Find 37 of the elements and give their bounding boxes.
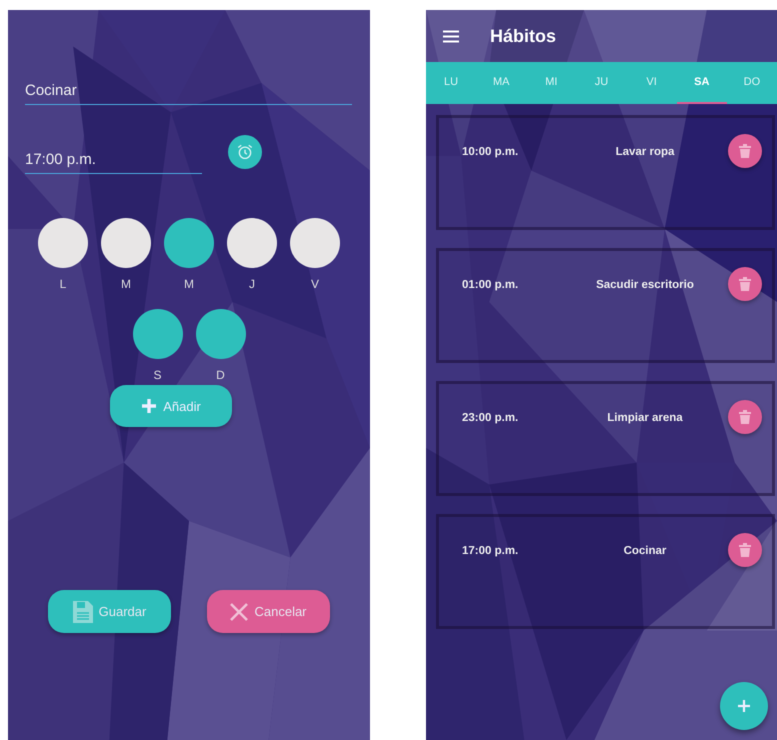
alarm-clock-icon	[236, 142, 254, 160]
day-tab[interactable]: MA	[476, 62, 526, 104]
input-field[interactable]: Cocinar	[25, 82, 352, 105]
trash-icon	[739, 277, 751, 291]
day-tab[interactable]: SA	[676, 62, 727, 104]
cancel-button[interactable]: Cancelar	[207, 590, 330, 633]
trash-icon	[739, 410, 751, 424]
habit-time: 01:00 p.m.	[462, 279, 520, 291]
input-field[interactable]: 17:00 p.m.	[25, 151, 202, 174]
habit-time: 10:00 p.m.	[462, 146, 520, 158]
add-button[interactable]: Añadir	[110, 385, 232, 427]
day-label: V	[310, 277, 319, 291]
habit-name: Limpiar arena	[606, 412, 684, 424]
trash-icon	[739, 144, 751, 158]
save-button[interactable]: Guardar	[48, 590, 171, 633]
day-label: M	[121, 277, 131, 291]
habit-name: Lavar ropa	[614, 146, 676, 158]
day-tab[interactable]: JU	[576, 62, 627, 104]
day-tab[interactable]: DO	[726, 62, 777, 104]
menu-icon[interactable]	[443, 30, 459, 42]
day-tab[interactable]: MI	[526, 62, 576, 104]
plus-icon	[738, 700, 750, 712]
day-tab[interactable]: VI	[626, 62, 677, 104]
close-icon	[230, 602, 248, 620]
plus-icon	[141, 398, 158, 414]
habit-time: 23:00 p.m.	[462, 412, 520, 424]
habit-name: Sacudir escritorio	[595, 279, 695, 291]
day-label: L	[60, 277, 66, 291]
day-label: J	[249, 277, 255, 291]
habit-time: 17:00 p.m.	[462, 545, 520, 557]
day-label: M	[184, 277, 194, 291]
day-label: D	[216, 368, 225, 382]
habit-name: Cocinar	[622, 545, 668, 557]
screen-title: Hábitos	[490, 26, 556, 46]
day-tab[interactable]: LU	[426, 62, 476, 104]
trash-icon	[739, 543, 751, 557]
day-label: S	[153, 368, 162, 382]
